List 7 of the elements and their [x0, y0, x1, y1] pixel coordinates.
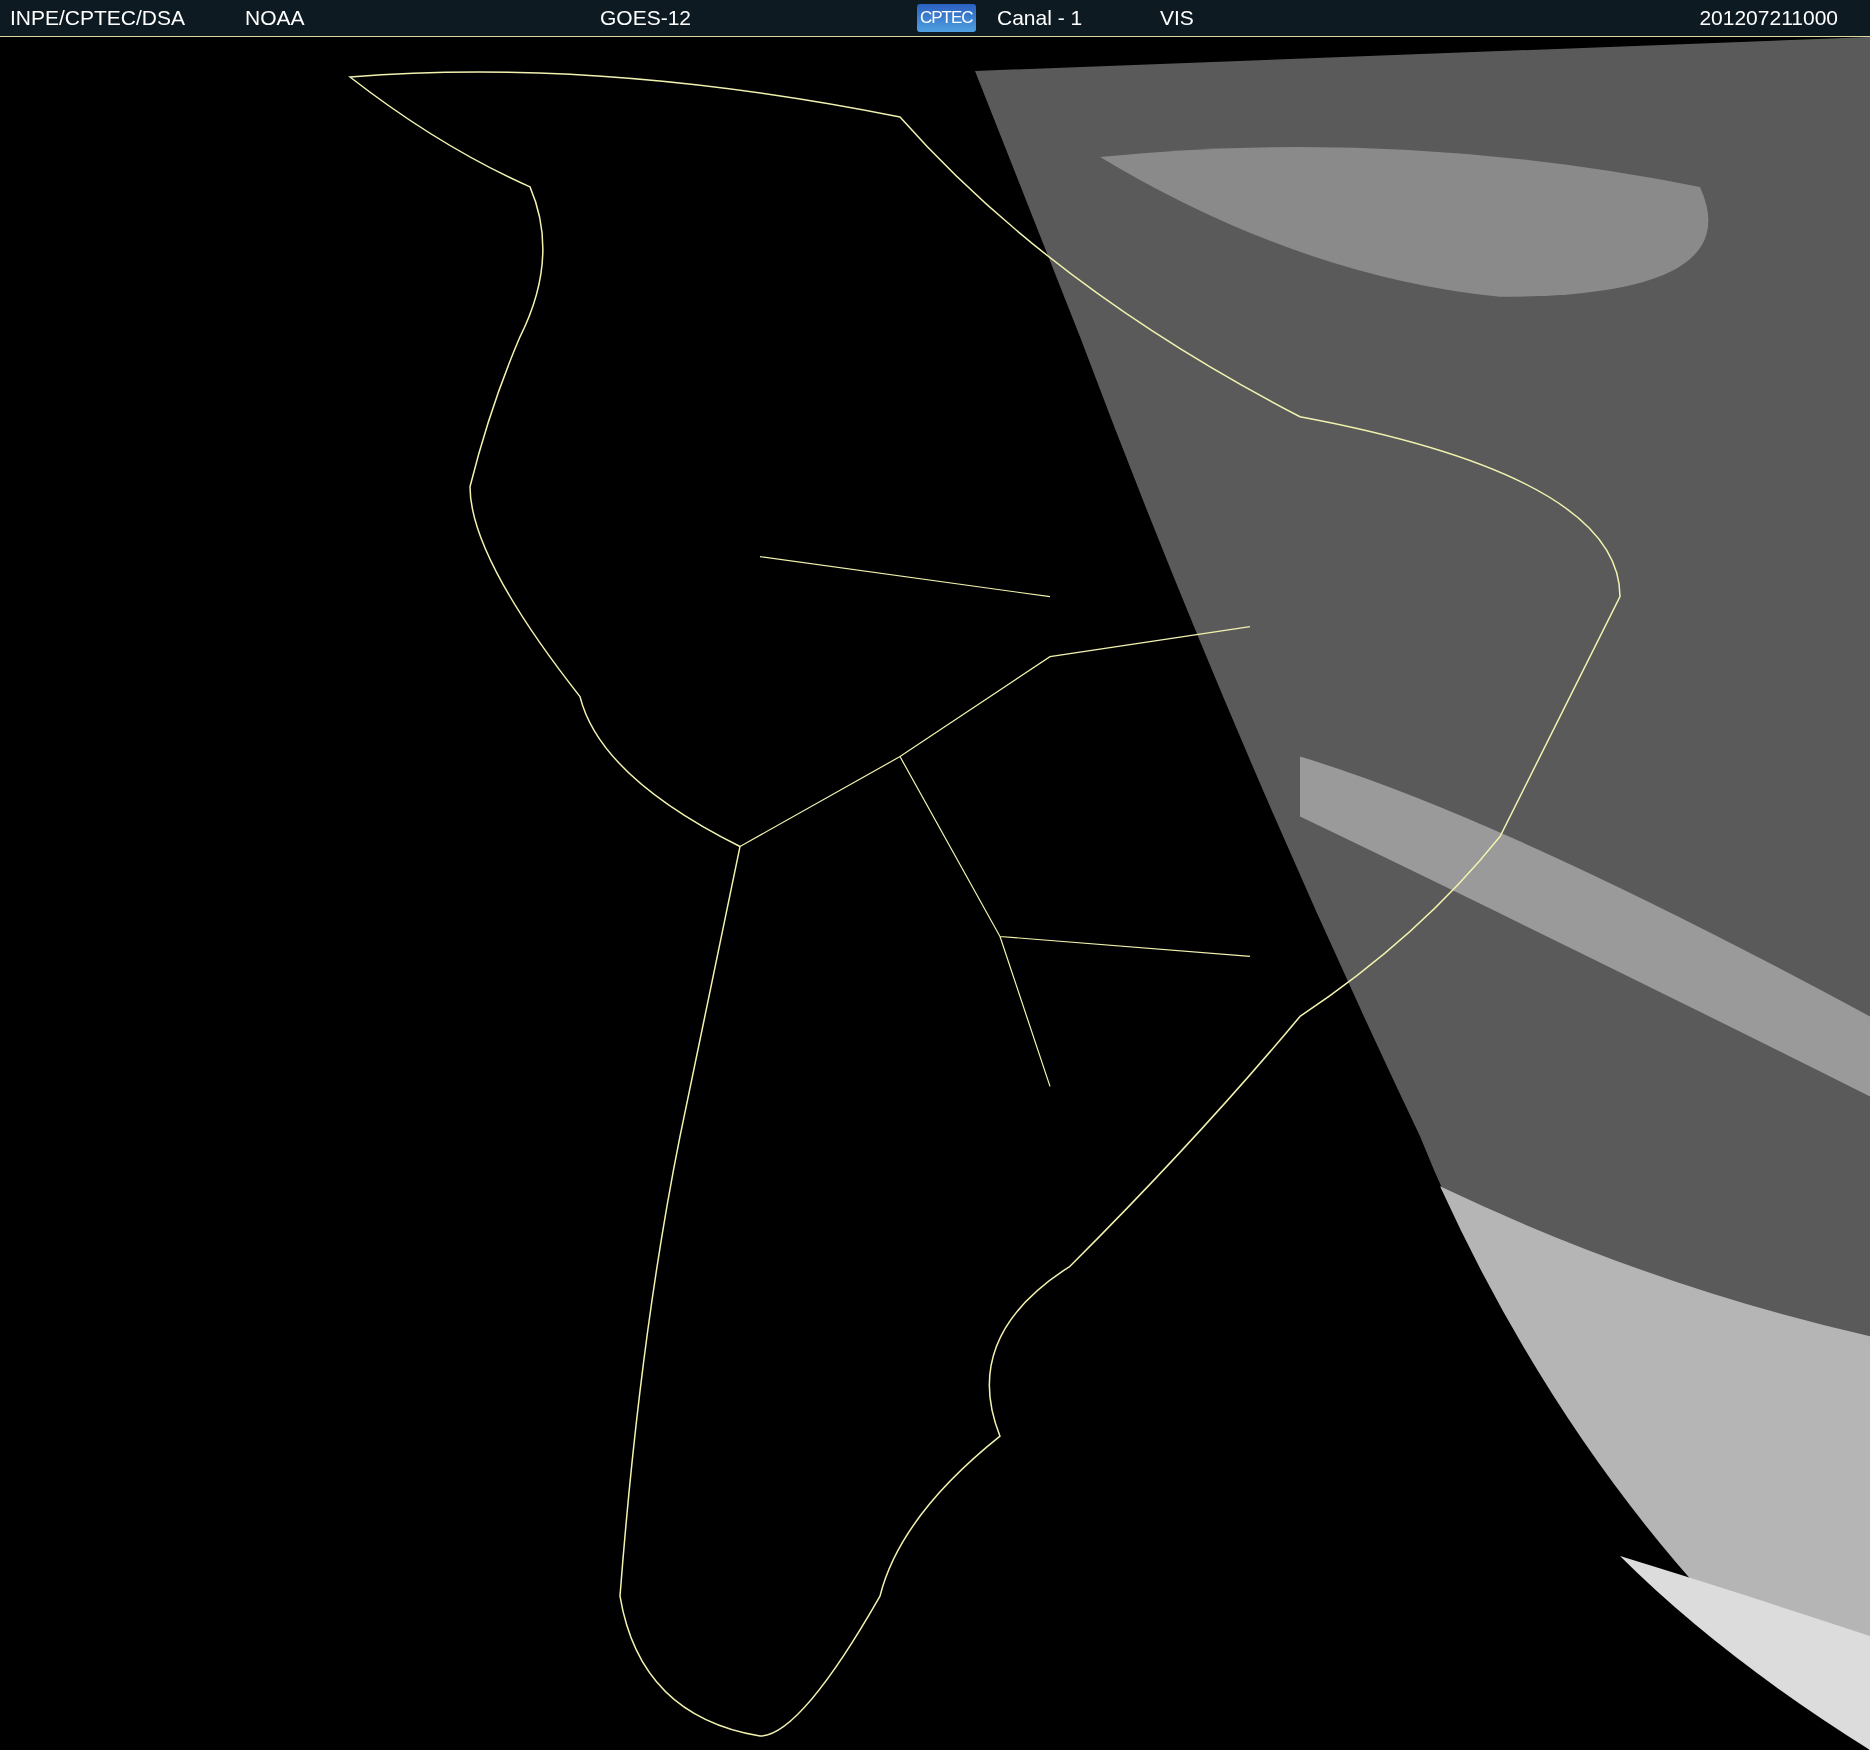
logo-badge: CPTEC — [917, 4, 976, 32]
header-label: GOES-12 — [600, 6, 693, 30]
header-label: INPE/CPTEC/DSA — [10, 6, 187, 30]
header-label: VIS — [1160, 6, 1195, 30]
header-label: NOAA — [245, 6, 306, 30]
header-label: 201207211000 — [1698, 6, 1839, 30]
header-label: Canal - 1 — [997, 6, 1084, 30]
